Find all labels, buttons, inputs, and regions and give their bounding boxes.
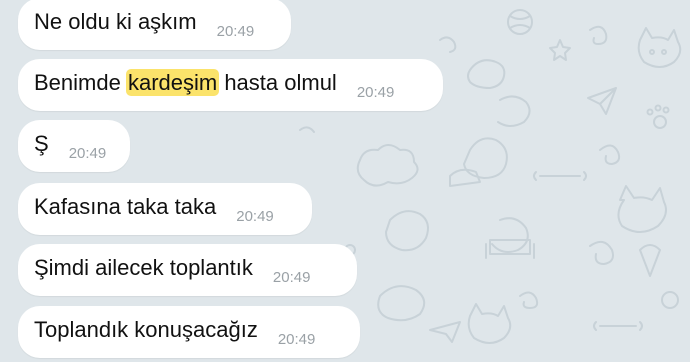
message-bubble[interactable]: Benimde kardeşim hasta olmul 20:49: [18, 59, 443, 111]
message-time: 20:49: [277, 330, 316, 348]
message-bubble[interactable]: Ş 20:49: [18, 120, 130, 172]
message-text: Toplandık konuşacağız: [34, 317, 258, 342]
message-text: Ne oldu ki aşkım: [34, 9, 197, 34]
message-text-after: hasta olmul: [218, 70, 337, 95]
search-highlight: kardeşim: [125, 69, 220, 96]
message-time: 20:49: [216, 22, 255, 40]
message-text: Benimde kardeşim hasta olmul: [34, 69, 337, 96]
message-time: 20:49: [272, 268, 311, 286]
message-bubble[interactable]: Şimdi ailecek toplantık 20:49: [18, 244, 357, 296]
message-text-before: Benimde: [34, 70, 127, 95]
message-time: 20:49: [68, 144, 107, 162]
message-text: Ş: [34, 131, 49, 156]
message-text: Kafasına taka taka: [34, 194, 217, 219]
message-bubble[interactable]: Toplandık konuşacağız 20:49: [18, 306, 360, 358]
message-text: Şimdi ailecek toplantık: [34, 255, 253, 280]
message-time: 20:49: [356, 83, 395, 101]
message-time: 20:49: [236, 207, 274, 225]
message-bubble[interactable]: Kafasına taka taka 20:49: [18, 183, 312, 235]
chat-message-list: Ne oldu ki aşkım 20:49 Benimde kardeşim …: [0, 0, 690, 362]
message-bubble[interactable]: Ne oldu ki aşkım 20:49: [18, 0, 291, 50]
